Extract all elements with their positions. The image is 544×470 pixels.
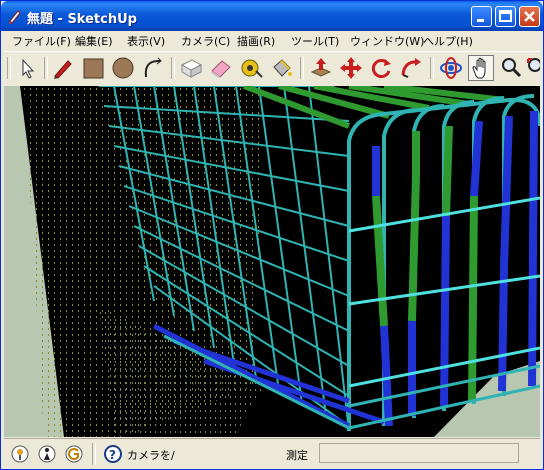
google-sign-in-icon[interactable] xyxy=(64,444,84,464)
move-tool[interactable] xyxy=(338,55,364,81)
zoom-tool[interactable] xyxy=(498,55,524,81)
menu-bar: ファイル(F) 編集(E) 表示(V) カメラ(C) 描画(R) ツール(T) … xyxy=(4,31,540,50)
pan-tool[interactable] xyxy=(468,55,494,81)
status-bar: ? カメラを/ 測定 xyxy=(4,438,540,468)
menu-file[interactable]: ファイル(F) xyxy=(12,33,71,49)
select-tool[interactable] xyxy=(14,55,40,81)
move-icon xyxy=(340,57,362,79)
title-bar[interactable]: 無題 - SketchUp xyxy=(1,1,543,31)
minimize-icon xyxy=(477,19,484,22)
pencil-icon xyxy=(54,60,72,79)
follow-me-icon xyxy=(401,58,421,78)
maximize-icon xyxy=(499,10,512,22)
status-separator xyxy=(92,443,96,465)
tape-measure-icon xyxy=(241,59,263,78)
rotate-icon xyxy=(371,59,391,78)
zoom-extents-tool[interactable] xyxy=(524,55,540,81)
toolbar-separator xyxy=(44,57,48,79)
help-question-icon[interactable]: ? xyxy=(103,444,123,464)
menu-help[interactable]: ヘルプ(H) xyxy=(423,33,473,49)
push-pull-tool[interactable] xyxy=(308,55,334,81)
zoom-icon xyxy=(502,58,522,78)
sketchup-app-icon xyxy=(9,10,21,24)
menu-edit[interactable]: 編集(E) xyxy=(75,33,113,49)
paint-bucket-tool[interactable] xyxy=(268,55,294,81)
rebar-cage-model xyxy=(4,86,540,437)
pencil-tool[interactable] xyxy=(50,55,76,81)
measurements-label: 測定 xyxy=(286,449,308,462)
tape-measure-tool[interactable] xyxy=(238,55,264,81)
rectangle-icon xyxy=(83,58,104,79)
zoom-extents-icon xyxy=(527,58,540,72)
circle-icon xyxy=(112,57,134,79)
follow-me-tool[interactable] xyxy=(398,55,424,81)
credits-icon[interactable] xyxy=(37,444,57,464)
circle-tool[interactable] xyxy=(110,55,136,81)
menu-draw[interactable]: 描画(R) xyxy=(237,33,275,49)
offset-tool[interactable] xyxy=(178,55,204,81)
arc-icon xyxy=(144,57,162,78)
status-hint-text: カメラを/ xyxy=(127,449,175,462)
toolbar-grip xyxy=(7,57,11,79)
push-pull-ghost-icon xyxy=(180,59,203,78)
paint-bucket-icon xyxy=(273,59,292,77)
menu-tools[interactable]: ツール(T) xyxy=(291,33,339,49)
window-title: 無題 - SketchUp xyxy=(27,12,137,27)
toolbar-separator xyxy=(300,57,304,79)
push-pull-icon xyxy=(310,58,332,77)
orbit-tool[interactable] xyxy=(438,55,464,81)
toolbar-separator xyxy=(171,57,175,79)
eraser-icon xyxy=(211,60,231,78)
geo-location-icon[interactable] xyxy=(10,444,30,464)
svg-text:?: ? xyxy=(109,448,116,462)
rotate-tool[interactable] xyxy=(368,55,394,81)
menu-window[interactable]: ウィンドウ(W) xyxy=(350,33,424,49)
minimize-button[interactable] xyxy=(471,6,492,27)
eraser-tool[interactable] xyxy=(208,55,234,81)
menu-camera[interactable]: カメラ(C) xyxy=(181,33,230,49)
orbit-icon xyxy=(440,57,462,79)
close-icon xyxy=(524,11,535,22)
menu-view[interactable]: 表示(V) xyxy=(127,33,165,49)
sketchup-window: 無題 - SketchUp ファイル(F) 編集(E) 表示(V) カメラ(C)… xyxy=(0,0,544,470)
drawing-viewport[interactable] xyxy=(4,86,540,437)
measurements-input[interactable] xyxy=(319,443,519,463)
rectangle-tool[interactable] xyxy=(80,55,106,81)
maximize-button[interactable] xyxy=(495,6,516,27)
main-toolbar xyxy=(4,51,540,87)
arc-tool[interactable] xyxy=(140,55,166,81)
pan-icon xyxy=(472,57,486,79)
toolbar-separator xyxy=(430,57,434,79)
close-button[interactable] xyxy=(519,6,540,27)
select-icon xyxy=(22,58,35,79)
